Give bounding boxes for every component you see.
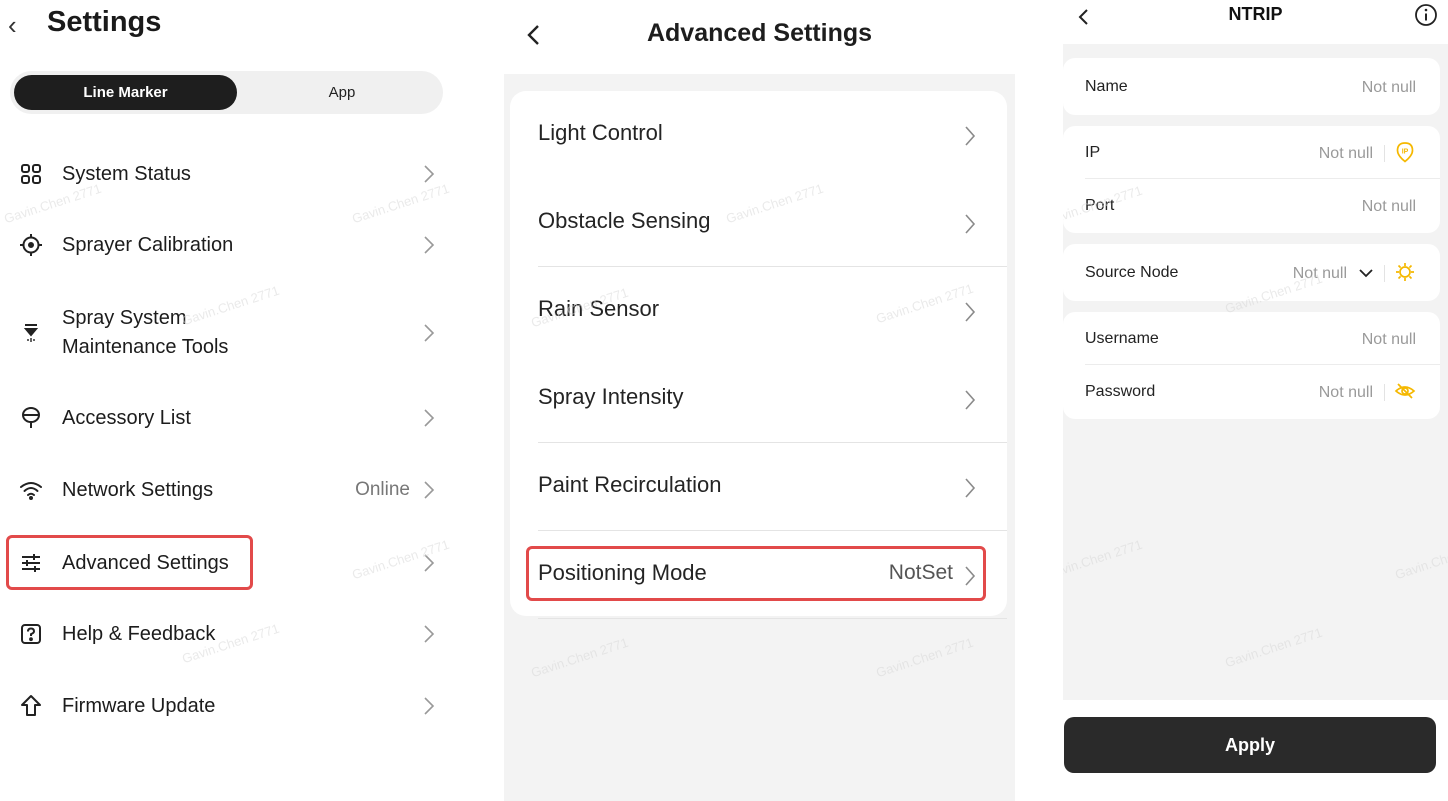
header: NTRIP — [1063, 0, 1448, 44]
name-value[interactable]: Not null — [1362, 79, 1416, 97]
advanced-item-light-control[interactable]: Light Control — [510, 91, 1007, 179]
advanced-item-label: Spray Intensity — [538, 384, 684, 409]
device-tab-switcher: Line Marker App — [10, 71, 443, 114]
chevron-right-icon — [424, 697, 435, 715]
source-node-value[interactable]: Not null — [1293, 265, 1347, 283]
name-label: Name — [1085, 78, 1128, 95]
chevron-down-icon[interactable] — [1358, 266, 1374, 280]
network-status-value: Online — [355, 479, 410, 500]
chevron-right-icon — [965, 478, 976, 498]
back-chevron-icon[interactable]: ‹ — [8, 10, 17, 41]
ip-field[interactable]: IP Not null IP — [1063, 126, 1440, 179]
page-title: NTRIP — [1228, 4, 1283, 24]
settings-item-label: Accessory List — [62, 406, 191, 429]
port-value[interactable]: Not null — [1362, 198, 1416, 216]
tab-line-marker[interactable]: Line Marker — [14, 75, 237, 110]
advanced-item-paint-recirculation[interactable]: Paint Recirculation — [510, 443, 1007, 531]
settings-item-label: Spray System Maintenance Tools — [62, 307, 229, 358]
server-card: IP Not null IP Port Not null — [1063, 126, 1440, 233]
settings-screen: ‹ Settings Line Marker App System Status… — [0, 0, 460, 801]
chevron-right-icon — [424, 625, 435, 643]
tab-app[interactable]: App — [237, 75, 447, 110]
source-node-field[interactable]: Source Node Not null — [1063, 246, 1440, 299]
username-label: Username — [1085, 330, 1159, 347]
ip-location-pin-icon[interactable]: IP — [1394, 141, 1416, 163]
settings-item-label: Firmware Update — [62, 694, 216, 717]
watermark: Gavin.Chen 2771 — [1223, 624, 1325, 671]
source-node-refresh-icon[interactable] — [1394, 261, 1416, 283]
separator — [1384, 145, 1385, 162]
advanced-item-spray-intensity[interactable]: Spray Intensity — [510, 355, 1007, 443]
chevron-right-icon — [424, 324, 435, 342]
port-label: Port — [1085, 197, 1115, 214]
advanced-item-label: Light Control — [538, 120, 663, 145]
chevron-right-icon — [965, 302, 976, 322]
advanced-item-rain-sensor[interactable]: Rain Sensor — [510, 267, 1007, 355]
chevron-right-icon — [424, 409, 435, 427]
chevron-right-icon — [965, 214, 976, 234]
advanced-item-obstacle-sensing[interactable]: Obstacle Sensing — [510, 179, 1007, 267]
question-icon — [19, 622, 43, 646]
divider — [538, 618, 1007, 619]
svg-text:IP: IP — [1402, 149, 1409, 156]
balloon-icon — [19, 406, 43, 430]
apply-button[interactable]: Apply — [1064, 717, 1436, 773]
watermark: Gavin.Chen 2771 — [1393, 537, 1448, 583]
source-node-label: Source Node — [1085, 264, 1179, 281]
source-node-card: Source Node Not null — [1063, 244, 1440, 301]
separator — [1384, 265, 1385, 282]
separator — [1384, 384, 1385, 401]
ntrip-screen: NTRIP Name Not null IP Not null IP Port … — [1063, 0, 1448, 801]
chevron-right-icon — [424, 165, 435, 183]
page-title: Advanced Settings — [646, 19, 873, 47]
crosshair-icon — [19, 233, 43, 257]
ip-label: IP — [1085, 144, 1101, 161]
highlight-box — [6, 535, 253, 590]
page-title: Settings — [47, 6, 162, 38]
settings-item-accessory-list[interactable]: Accessory List — [0, 388, 460, 448]
credentials-card: Username Not null Password Not null — [1063, 312, 1440, 419]
settings-item-label: System Status — [62, 162, 191, 185]
chevron-right-icon — [424, 554, 435, 572]
settings-item-system-status[interactable]: System Status — [0, 144, 460, 204]
chevron-right-icon — [965, 126, 976, 146]
password-field[interactable]: Password Not null — [1063, 365, 1440, 418]
watermark: Gavin.Chen 2771 — [529, 634, 631, 681]
advanced-settings-screen: Advanced Settings Light Control Obstacle… — [504, 0, 1015, 801]
name-field[interactable]: Name Not null — [1063, 60, 1440, 113]
name-card: Name Not null — [1063, 58, 1440, 115]
settings-item-spray-maintenance[interactable]: Spray System Maintenance Tools — [0, 302, 460, 364]
port-field[interactable]: Port Not null — [1063, 179, 1440, 232]
info-icon[interactable] — [1414, 3, 1438, 27]
settings-item-firmware[interactable]: Firmware Update — [0, 676, 460, 736]
eye-off-icon[interactable] — [1394, 380, 1416, 402]
highlight-box — [526, 546, 986, 601]
advanced-settings-list: Light Control Obstacle Sensing Rain Sens… — [510, 91, 1007, 619]
grid-icon — [19, 162, 43, 186]
wifi-icon — [19, 478, 43, 502]
watermark: Gavin.Chen 2771 — [874, 634, 976, 681]
settings-item-sprayer-calibration[interactable]: Sprayer Calibration — [0, 215, 460, 275]
settings-item-label: Sprayer Calibration — [62, 233, 234, 256]
chevron-right-icon — [965, 390, 976, 410]
upload-arrow-icon — [19, 694, 43, 718]
settings-item-label: Help & Feedback — [62, 622, 216, 645]
advanced-item-label: Rain Sensor — [538, 296, 660, 321]
password-value[interactable]: Not null — [1319, 384, 1373, 402]
header: Advanced Settings — [504, 0, 1015, 74]
advanced-item-label: Paint Recirculation — [538, 472, 722, 497]
advanced-item-label: Obstacle Sensing — [538, 208, 711, 233]
settings-item-help[interactable]: Help & Feedback — [0, 604, 460, 664]
username-field[interactable]: Username Not null — [1063, 312, 1440, 365]
ip-value[interactable]: Not null — [1319, 145, 1373, 163]
sprayer-icon — [19, 321, 43, 345]
settings-item-label: Network Settings — [62, 478, 214, 501]
chevron-right-icon — [424, 481, 435, 499]
chevron-right-icon — [424, 236, 435, 254]
username-value[interactable]: Not null — [1362, 331, 1416, 349]
password-label: Password — [1085, 383, 1156, 400]
settings-item-network[interactable]: Network Settings Online — [0, 460, 460, 520]
watermark: Gavin.Chen 2771 — [1063, 536, 1145, 583]
